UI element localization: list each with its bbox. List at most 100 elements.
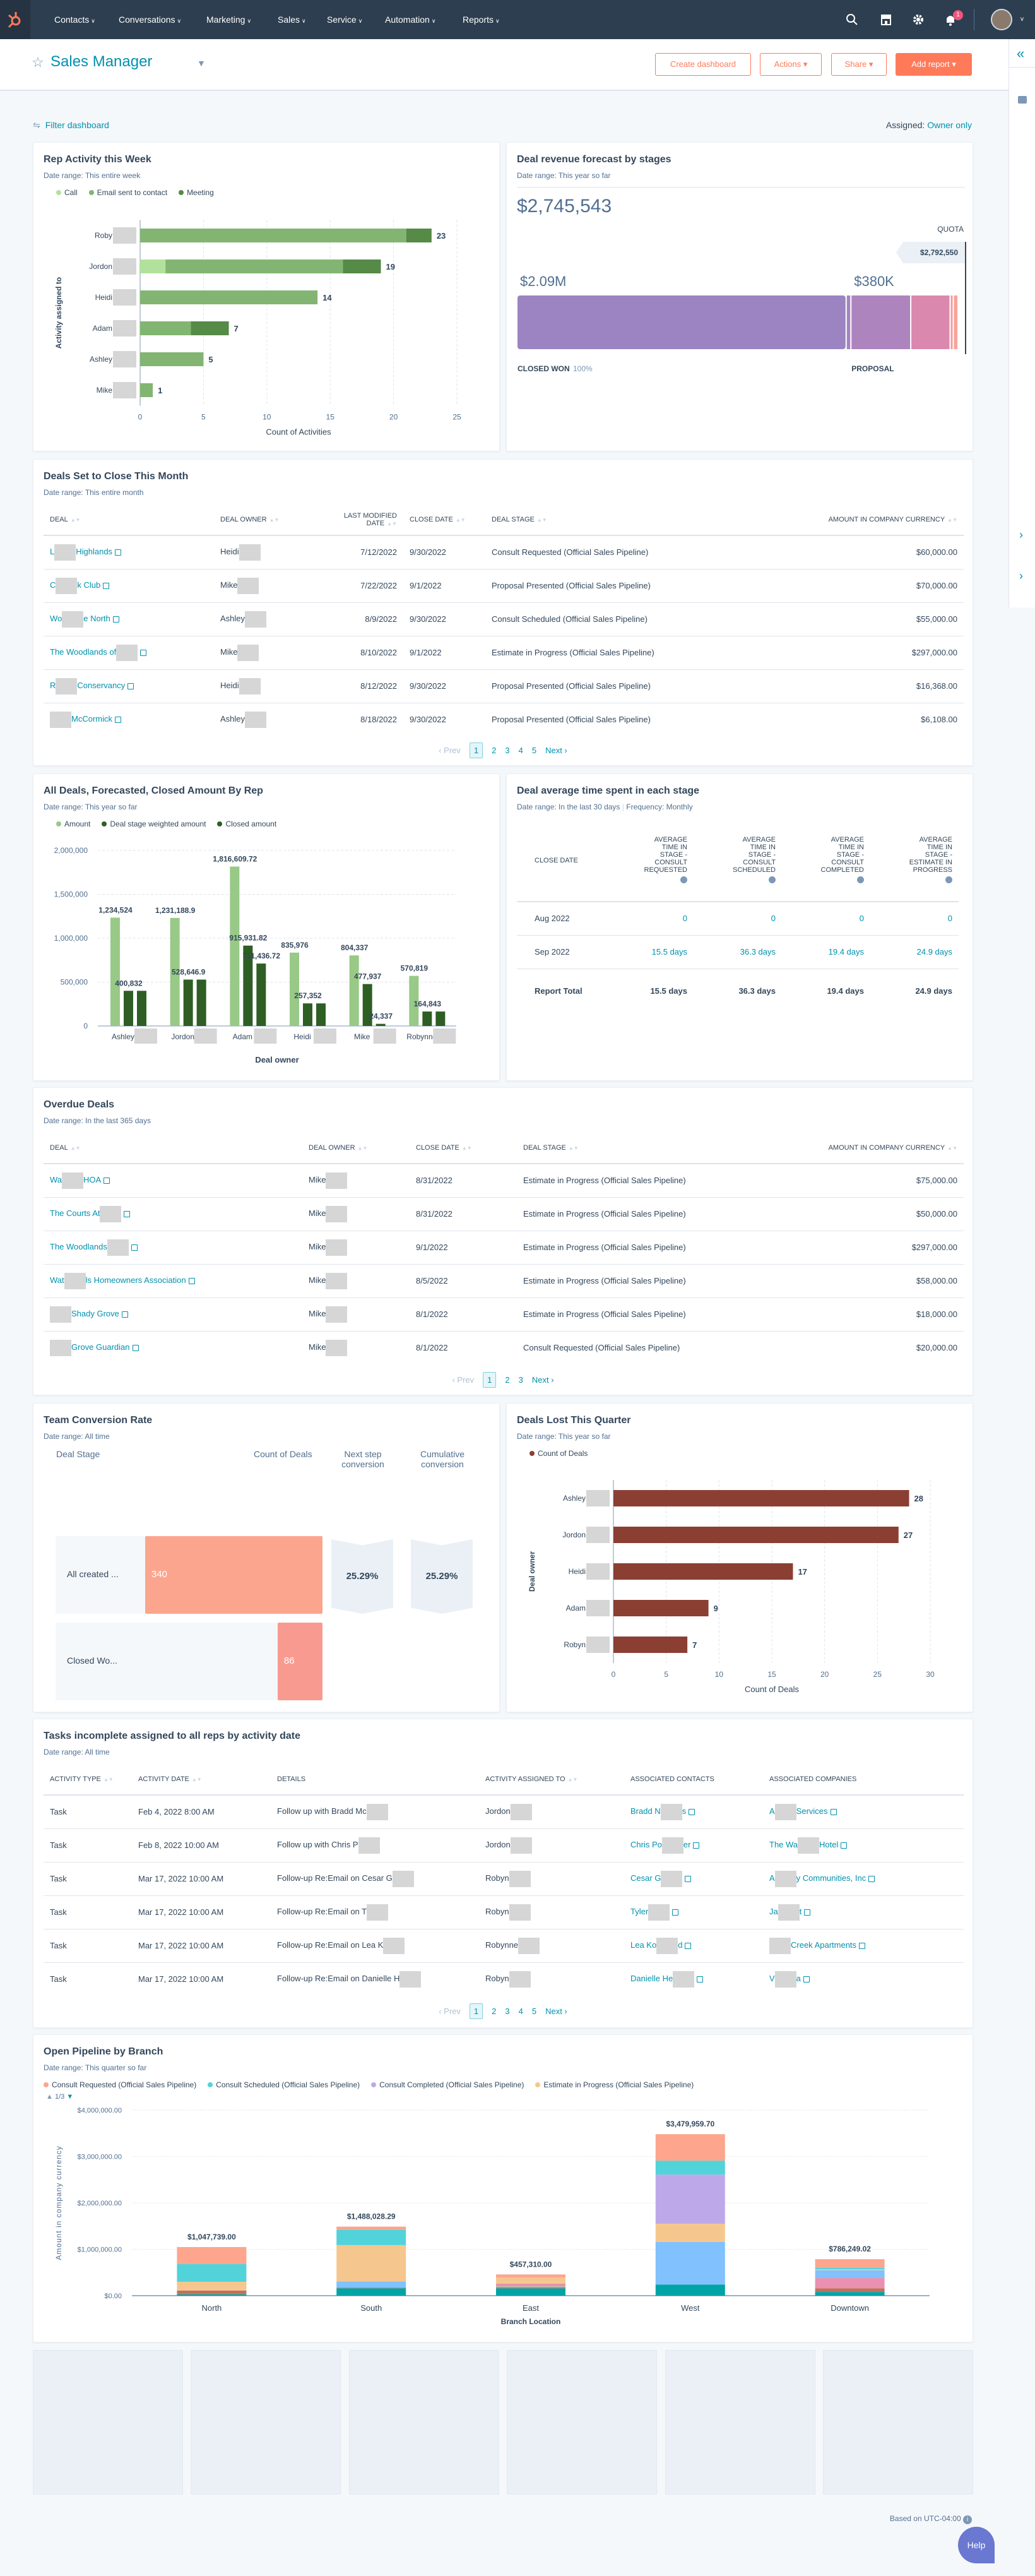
table-cell[interactable]: Ja t [763,1895,964,1929]
bar-segment[interactable] [613,1637,688,1653]
bar-segment[interactable] [815,2259,885,2268]
bar-segment[interactable] [655,2134,725,2161]
bar-segment[interactable] [336,2287,406,2289]
table-cell[interactable]: Danielle He [624,1962,763,1996]
record-link[interactable]: The Courts At [50,1205,131,1222]
avatar[interactable] [991,9,1012,30]
bar-segment[interactable] [140,383,153,397]
bar-segment[interactable] [815,2270,885,2279]
external-link-icon[interactable] [685,1942,692,1949]
bar[interactable] [256,963,266,1026]
actions-button[interactable]: Actions ▾ [760,53,822,76]
record-link[interactable]: Ay Communities, Inc [769,1870,875,1887]
external-link-icon[interactable] [689,1808,695,1815]
info-icon[interactable] [945,876,952,883]
column-header[interactable]: Last modified date ▲▼ [321,504,403,536]
bar-segment[interactable] [496,2283,565,2287]
forecast-segment[interactable] [518,295,846,349]
external-link-icon[interactable] [672,1909,679,1916]
bar-segment[interactable] [177,2246,247,2265]
search-icon[interactable] [844,12,860,27]
table-cell[interactable]: The Courts At [44,1197,302,1231]
table-cell[interactable]: Creek Apartments [763,1929,964,1963]
bar-segment[interactable] [140,229,406,242]
page-button[interactable]: 1 [469,742,483,758]
table-cell[interactable]: Wa HOA [44,1164,302,1198]
column-header[interactable]: Close date ▲▼ [410,1132,517,1164]
column-header[interactable]: Amount in company currency ▲▼ [807,1132,964,1164]
external-link-icon[interactable] [685,1875,692,1882]
bar-segment[interactable] [165,259,343,273]
record-link[interactable]: The Wa Hotel [769,1837,848,1854]
record-link[interactable]: Creek Apartments [769,1937,866,1954]
bar-segment[interactable] [336,2229,406,2245]
bar-segment[interactable] [140,259,166,273]
external-link-icon[interactable] [140,649,147,656]
bar-segment[interactable] [336,2281,406,2288]
table-cell[interactable]: Ck Club [44,569,214,603]
bar-segment[interactable] [140,352,204,366]
bar-segment[interactable] [613,1600,709,1616]
bar-segment[interactable] [613,1563,793,1580]
table-cell[interactable]: Wo e North [44,602,214,636]
bar[interactable] [230,866,240,1026]
stage-bar[interactable]: 86 [277,1623,322,1700]
table-cell[interactable]: 0 [605,902,694,936]
record-link[interactable]: Lea Ko d [630,1937,692,1954]
bar-segment[interactable] [177,2264,247,2282]
marketplace-icon[interactable] [878,12,894,27]
record-link[interactable]: Wa HOA [50,1172,110,1189]
table-cell[interactable]: 19.4 days [782,935,870,969]
record-link[interactable]: Tyler [630,1904,679,1921]
forecast-segment[interactable] [954,295,957,349]
nav-item-automation[interactable]: Automation ∨ [385,15,435,25]
bar-segment[interactable] [336,2226,406,2230]
external-link-icon[interactable] [188,1277,195,1284]
page-button[interactable]: 2 [505,1375,509,1385]
bar-segment[interactable] [496,2288,565,2296]
record-link[interactable]: Wo e North [50,611,119,628]
external-link-icon[interactable] [859,1942,866,1949]
bar[interactable] [110,917,120,1026]
column-header[interactable]: Associated companies [763,1763,964,1796]
record-link[interactable]: Shady Grove [50,1306,128,1323]
external-link-icon[interactable] [132,1344,139,1351]
sort-icon[interactable]: ▲▼ [104,1777,114,1782]
bar-segment[interactable] [655,2224,725,2242]
bar-segment[interactable] [815,2267,885,2270]
bar-segment[interactable] [655,2241,725,2285]
page-button[interactable]: 3 [519,1375,523,1385]
external-link-icon[interactable] [127,683,134,689]
page-button[interactable]: 2 [492,746,496,755]
table-cell[interactable]: R Conservancy [44,669,214,703]
external-link-icon[interactable] [104,1177,110,1184]
table-cell[interactable]: A Services [763,1795,964,1829]
external-link-icon[interactable] [841,1842,848,1849]
info-icon[interactable] [857,876,864,883]
bar-segment[interactable] [336,2288,406,2296]
table-cell[interactable]: Cesar G [624,1862,763,1896]
record-link[interactable]: Danielle He [630,1971,704,1988]
bar-segment[interactable] [177,2290,247,2294]
column-header[interactable]: Details [271,1763,479,1796]
table-cell[interactable]: Bradd N s [624,1795,763,1829]
favorite-star-icon[interactable]: ☆ [32,54,44,71]
table-cell[interactable]: 15.5 days [605,935,694,969]
account-chevron-icon[interactable]: v [1020,16,1024,23]
prev-page-button[interactable]: ‹ Prev [439,746,461,755]
bar-segment[interactable] [655,2284,725,2296]
create-dashboard-button[interactable]: Create dashboard [655,53,751,76]
bar-segment[interactable] [406,229,432,242]
sort-icon[interactable]: ▲▼ [387,521,397,527]
bar-segment[interactable] [140,321,191,335]
bar[interactable] [422,1011,432,1026]
next-page-button[interactable]: Next › [532,1375,554,1385]
page-button[interactable]: 3 [505,2007,509,2016]
record-link[interactable]: Cesar G [630,1870,692,1887]
hubspot-logo[interactable] [0,0,30,39]
collapse-sidebar-icon[interactable]: « [1017,45,1024,62]
column-header[interactable]: Deal owner ▲▼ [214,504,321,536]
bar-segment[interactable] [815,2288,885,2293]
share-button[interactable]: Share ▾ [831,53,887,76]
bar-segment[interactable] [177,2281,247,2291]
